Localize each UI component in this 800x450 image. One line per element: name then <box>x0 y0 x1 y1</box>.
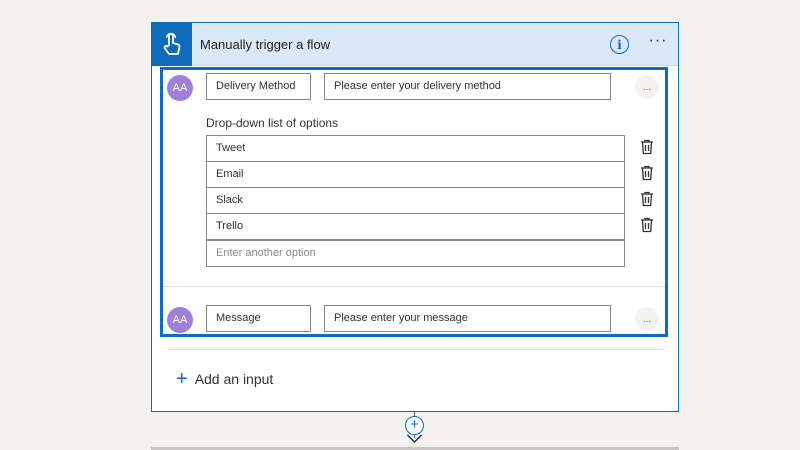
add-option-field[interactable]: Enter another option <box>206 240 625 267</box>
add-input-label: Add an input <box>194 371 274 387</box>
trigger-card-header[interactable]: Manually trigger a flow i ··· <box>152 23 678 66</box>
delete-option-icon[interactable] <box>640 165 654 181</box>
more-options-icon[interactable]: ··· <box>646 33 670 54</box>
add-input-button[interactable]: + Add an input <box>176 369 273 389</box>
info-icon[interactable]: i <box>610 35 629 54</box>
divider <box>163 286 665 287</box>
input-placeholder-field[interactable]: Please enter your delivery method <box>324 73 611 100</box>
input-placeholder-field[interactable]: Please enter your message <box>324 305 611 332</box>
trigger-card: Manually trigger a flow i ··· AA Deliver… <box>151 22 679 412</box>
delete-option-icon[interactable] <box>640 217 654 233</box>
input-more-options-button[interactable]: ... <box>635 75 659 99</box>
divider <box>167 349 665 350</box>
dropdown-option-field[interactable]: Tweet <box>206 135 625 162</box>
input-more-options-button[interactable]: ... <box>635 307 659 331</box>
dropdown-options-label: Drop-down list of options <box>206 116 339 130</box>
plus-icon: + <box>176 368 188 390</box>
text-input-type-icon: AA <box>167 307 193 333</box>
dropdown-option-field[interactable]: Trello <box>206 213 625 240</box>
delete-option-icon[interactable] <box>640 191 654 207</box>
arrow-down-icon <box>406 434 423 444</box>
input-name-field[interactable]: Message <box>206 305 311 332</box>
text-input-type-icon: AA <box>167 75 193 101</box>
dropdown-option-field[interactable]: Slack <box>206 187 625 214</box>
delete-option-icon[interactable] <box>640 139 654 155</box>
dropdown-option-field[interactable]: Email <box>206 161 625 188</box>
trigger-inputs-panel: AA Delivery Method Please enter your del… <box>160 67 668 337</box>
trigger-title: Manually trigger a flow <box>200 37 331 52</box>
input-name-field[interactable]: Delivery Method <box>206 73 311 100</box>
touch-hand-icon <box>152 23 192 66</box>
